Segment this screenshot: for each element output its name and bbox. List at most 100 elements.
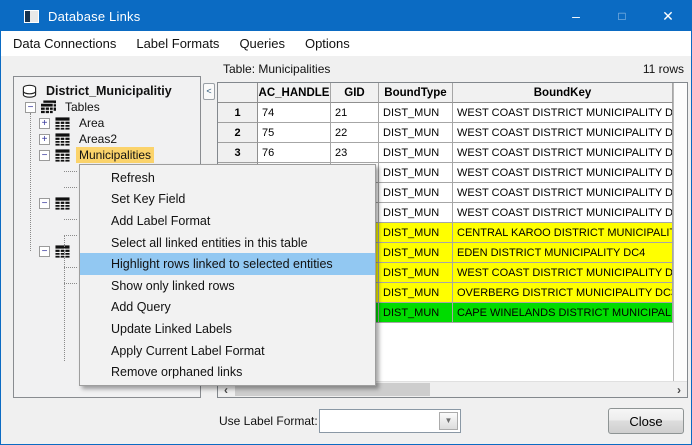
titlebar[interactable]: Database Links – □ ✕ xyxy=(1,1,691,31)
cell-key: EDEN DISTRICT MUNICIPALITY DC4 xyxy=(453,243,673,263)
scroll-right-icon[interactable]: › xyxy=(671,382,687,397)
close-icon: ✕ xyxy=(662,8,674,25)
cell-type: DIST_MUN xyxy=(379,283,453,303)
cell-type: DIST_MUN xyxy=(379,143,453,163)
cell-type: DIST_MUN xyxy=(379,163,453,183)
close-button[interactable]: Close xyxy=(608,408,684,434)
cell-gid: 23 xyxy=(331,143,379,163)
menubar-item-label-formats[interactable]: Label Formats xyxy=(126,31,229,56)
cell-handle: 74 xyxy=(258,103,331,123)
expander-plus-icon[interactable]: + xyxy=(39,134,50,145)
vertical-scrollbar[interactable] xyxy=(673,83,687,381)
tree-item-area[interactable]: +Area xyxy=(14,115,200,131)
context-menu-item-add-query[interactable]: Add Query xyxy=(80,297,375,319)
cell-key: CENTRAL KAROO DISTRICT MUNICIPALITY DC xyxy=(453,223,673,243)
cell-key: WEST COAST DISTRICT MUNICIPALITY DC1 xyxy=(453,203,673,223)
context-menu-item-refresh[interactable]: Refresh xyxy=(80,167,375,189)
context-menu-items: RefreshSet Key FieldAdd Label FormatSele… xyxy=(80,167,375,383)
menubar-item-options[interactable]: Options xyxy=(295,31,360,56)
tree-item-areas2[interactable]: + Areas2 xyxy=(14,131,200,147)
context-menu-item-apply-current-label-format[interactable]: Apply Current Label Format xyxy=(80,340,375,362)
table-icon xyxy=(54,196,71,211)
context-menu-item-remove-orphaned-links[interactable]: Remove orphaned links xyxy=(80,361,375,383)
cell-type: DIST_MUN xyxy=(379,203,453,223)
cell-key: WEST COAST DISTRICT MUNICIPALITY DC1 xyxy=(453,263,673,283)
tree-label: Tables xyxy=(62,99,103,115)
maximize-icon: □ xyxy=(618,9,625,23)
tree-label: Areas2 xyxy=(76,131,120,147)
table-row-1[interactable]: 17421DIST_MUNWEST COAST DISTRICT MUNICIP… xyxy=(218,103,687,123)
expander-minus-icon[interactable]: − xyxy=(25,102,36,113)
cell-key: WEST COAST DISTRICT MUNICIPALITY DC1 xyxy=(453,143,673,163)
cell-gid: 21 xyxy=(331,103,379,123)
tree-connector-line xyxy=(64,235,65,361)
tree-label: District_Municipalitiy xyxy=(43,83,175,99)
use-label-format-label: Use Label Format: xyxy=(219,414,318,428)
table-icon xyxy=(54,116,71,131)
expander-plus-icon[interactable]: + xyxy=(39,118,50,129)
tree-item-district-municipalitiy[interactable]: District_Municipalitiy xyxy=(14,83,200,99)
cell-type: DIST_MUN xyxy=(379,303,453,323)
table-row-2[interactable]: 27522DIST_MUNWEST COAST DISTRICT MUNICIP… xyxy=(218,123,687,143)
context-menu-item-select-all-linked-entities-in-this-table[interactable]: Select all linked entities in this table xyxy=(80,232,375,254)
close-window-button[interactable]: ✕ xyxy=(645,1,691,31)
column-header-boundtype[interactable]: BoundType xyxy=(379,83,453,103)
collapse-tree-button[interactable]: < xyxy=(203,83,215,100)
expander-minus-icon[interactable]: − xyxy=(39,150,50,161)
minimize-icon: – xyxy=(572,8,580,24)
cell-type: DIST_MUN xyxy=(379,223,453,243)
menubar-item-queries[interactable]: Queries xyxy=(229,31,295,56)
column-header-ac-handle[interactable]: AC_HANDLE xyxy=(258,83,331,103)
cell-type: DIST_MUN xyxy=(379,243,453,263)
row-count-label: 11 rows xyxy=(643,62,684,76)
cell-type: DIST_MUN xyxy=(379,183,453,203)
cell-key: WEST COAST DISTRICT MUNICIPALITY DC1 xyxy=(453,123,673,143)
database-links-window: Database Links – □ ✕ Data ConnectionsLab… xyxy=(0,0,692,445)
column-header-gid[interactable]: GID xyxy=(331,83,379,103)
cell-key: CAPE WINELANDS DISTRICT MUNICIPALITY D xyxy=(453,303,673,323)
context-menu-item-set-key-field[interactable]: Set Key Field xyxy=(80,189,375,211)
cell-type: DIST_MUN xyxy=(379,123,453,143)
cell-num: 2 xyxy=(218,123,258,143)
cell-num: 3 xyxy=(218,143,258,163)
cell-num: 1 xyxy=(218,103,258,123)
table-icon xyxy=(54,132,71,147)
context-menu-item-add-label-format[interactable]: Add Label Format xyxy=(80,210,375,232)
expander-minus-icon[interactable]: − xyxy=(39,246,50,257)
window-title: Database Links xyxy=(48,9,140,24)
database-icon xyxy=(21,84,38,99)
cell-handle: 75 xyxy=(258,123,331,143)
cell-gid: 22 xyxy=(331,123,379,143)
tables-icon xyxy=(40,100,57,115)
cell-key: OVERBERG DISTRICT MUNICIPALITY DC3 xyxy=(453,283,673,303)
grid-header-row: AC_HANDLEGIDBoundTypeBoundKey xyxy=(218,83,687,103)
app-icon xyxy=(24,10,39,23)
menubar-item-data-connections[interactable]: Data Connections xyxy=(3,31,126,56)
tree-connector-line xyxy=(30,113,31,251)
minimize-button[interactable]: – xyxy=(553,1,599,31)
label-format-combo[interactable]: ▼ xyxy=(319,409,461,433)
menubar: Data ConnectionsLabel FormatsQueriesOpti… xyxy=(1,31,691,56)
context-menu-item-update-linked-labels[interactable]: Update Linked Labels xyxy=(80,318,375,340)
tree-item-tables[interactable]: − Tables xyxy=(14,99,200,115)
window-controls: – □ ✕ xyxy=(553,1,691,31)
chevron-down-icon: ▼ xyxy=(445,417,453,425)
cell-handle: 76 xyxy=(258,143,331,163)
maximize-button[interactable]: □ xyxy=(599,1,645,31)
context-menu: RefreshSet Key FieldAdd Label FormatSele… xyxy=(79,164,376,386)
cell-key: WEST COAST DISTRICT MUNICIPALITY DC1 xyxy=(453,183,673,203)
column-header-boundkey[interactable]: BoundKey xyxy=(453,83,673,103)
tree-label: Municipalities xyxy=(76,147,154,163)
context-menu-item-show-only-linked-rows[interactable]: Show only linked rows xyxy=(80,275,375,297)
table-row-3[interactable]: 37623DIST_MUNWEST COAST DISTRICT MUNICIP… xyxy=(218,143,687,163)
expander-minus-icon[interactable]: − xyxy=(39,198,50,209)
context-menu-item-highlight-rows-linked-to-selected-entities[interactable]: Highlight rows linked to selected entiti… xyxy=(80,253,375,275)
cell-type: DIST_MUN xyxy=(379,103,453,123)
cell-type: DIST_MUN xyxy=(379,263,453,283)
cell-key: WEST COAST DISTRICT MUNICIPALITY DC1 xyxy=(453,103,673,123)
tree-item-municipalities[interactable]: − Municipalities xyxy=(14,147,200,163)
combo-dropdown-button[interactable]: ▼ xyxy=(439,412,458,430)
corner-header[interactable] xyxy=(218,83,258,103)
cell-key: WEST COAST DISTRICT MUNICIPALITY DC1 xyxy=(453,163,673,183)
table-caption: Table: Municipalities xyxy=(223,62,330,76)
